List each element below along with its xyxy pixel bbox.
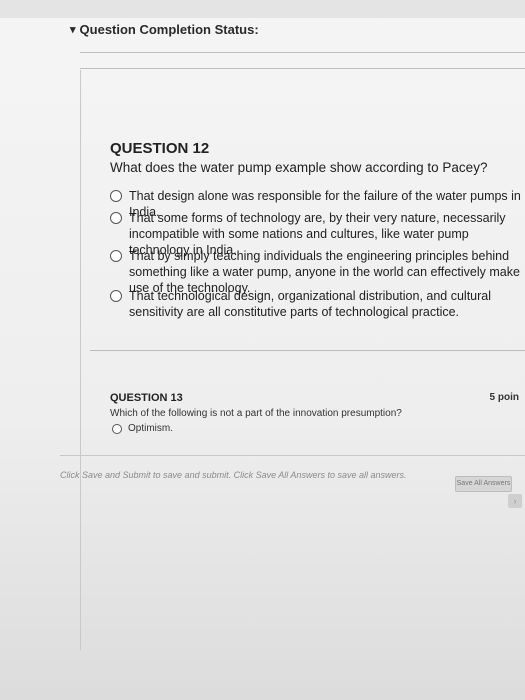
q12-option-4[interactable]: That technological design, organizationa… — [110, 288, 525, 320]
footer-rule — [60, 455, 525, 456]
completion-status-title: Question Completion Status: — [79, 22, 259, 37]
completion-status-toggle[interactable]: ▾ Question Completion Status: — [70, 22, 259, 37]
footer-instructions: Click Save and Submit to save and submit… — [60, 470, 407, 480]
question-13-points: 5 poin — [489, 392, 519, 403]
chevron-down-icon: ▾ — [70, 24, 76, 36]
header-rule-2 — [80, 68, 525, 69]
page: ▾ Question Completion Status: QUESTION 1… — [0, 0, 525, 700]
radio-button[interactable] — [112, 423, 122, 434]
radio-button[interactable] — [110, 212, 122, 224]
submit-corner-icon[interactable]: › — [508, 494, 522, 508]
question-12-text: What does the water pump example show ac… — [110, 160, 488, 175]
question-divider — [90, 350, 525, 351]
option-label: Optimism. — [128, 423, 173, 434]
question-12-heading: QUESTION 12 — [110, 140, 210, 157]
option-label: That technological design, organizationa… — [129, 289, 492, 319]
radio-button[interactable] — [110, 250, 122, 262]
question-card — [80, 70, 525, 650]
radio-button[interactable] — [110, 290, 122, 302]
top-strip — [0, 0, 525, 18]
radio-button[interactable] — [110, 190, 122, 202]
question-13-heading: QUESTION 13 — [110, 392, 183, 404]
question-13-text: Which of the following is not a part of … — [110, 408, 402, 419]
save-all-answers-button[interactable]: Save All Answers — [455, 476, 512, 492]
q13-option-1[interactable]: Optimism. — [112, 423, 173, 434]
header-rule — [80, 52, 525, 53]
